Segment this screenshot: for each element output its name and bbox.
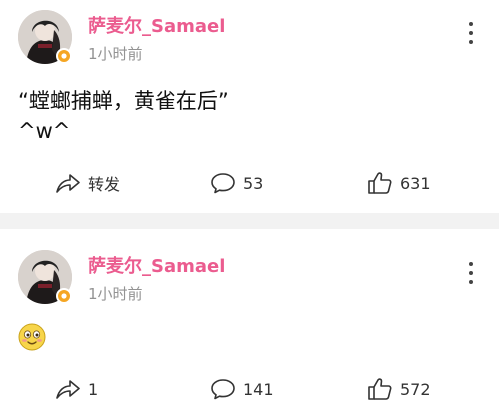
post-card[interactable]: 萨麦尔_Samael 1小时前 “螳螂捕蝉，黄雀在后” ^w^ 转发 53 63… bbox=[0, 0, 499, 213]
like-button[interactable]: 572 bbox=[367, 374, 431, 401]
share-icon bbox=[56, 380, 80, 399]
repost-button[interactable]: 1 bbox=[55, 374, 98, 401]
comment-count: 53 bbox=[243, 173, 264, 193]
repost-button[interactable]: 转发 bbox=[55, 168, 120, 198]
post-text-line: ^w^ bbox=[18, 119, 71, 143]
like-count: 572 bbox=[400, 379, 431, 399]
post-time: 1小时前 bbox=[88, 45, 143, 63]
verified-badge-icon bbox=[56, 288, 72, 304]
action-bar: 1 141 572 bbox=[0, 374, 499, 401]
action-bar: 转发 53 631 bbox=[0, 168, 499, 198]
like-button[interactable]: 631 bbox=[367, 168, 431, 198]
post-content bbox=[18, 323, 46, 351]
weibo-feed: 萨麦尔_Samael 1小时前 “螳螂捕蝉，黄雀在后” ^w^ 转发 53 63… bbox=[0, 0, 499, 401]
comment-count: 141 bbox=[243, 379, 274, 399]
comment-button[interactable]: 53 bbox=[210, 168, 263, 198]
like-count: 631 bbox=[400, 173, 431, 193]
username[interactable]: 萨麦尔_Samael bbox=[88, 252, 225, 278]
thumbs-up-icon bbox=[368, 378, 392, 400]
repost-count: 1 bbox=[88, 379, 99, 399]
smiling-face-emoji bbox=[18, 323, 46, 351]
post-text-line: “螳螂捕蝉，黄雀在后” bbox=[18, 89, 229, 113]
post-card[interactable]: 萨麦尔_Samael 1小时前 1 141 572 bbox=[0, 229, 499, 401]
comment-icon bbox=[211, 379, 235, 400]
thumbs-up-icon bbox=[368, 172, 392, 194]
share-icon bbox=[56, 174, 80, 193]
post-text: “螳螂捕蝉，黄雀在后” ^w^ bbox=[18, 86, 229, 146]
more-options-icon[interactable] bbox=[463, 262, 479, 284]
repost-label: 转发 bbox=[88, 175, 121, 194]
more-options-icon[interactable] bbox=[463, 22, 479, 44]
comment-button[interactable]: 141 bbox=[210, 374, 274, 401]
comment-icon bbox=[211, 173, 235, 194]
verified-badge-icon bbox=[56, 48, 72, 64]
post-divider bbox=[0, 213, 499, 229]
username[interactable]: 萨麦尔_Samael bbox=[88, 12, 225, 38]
post-time: 1小时前 bbox=[88, 285, 143, 303]
